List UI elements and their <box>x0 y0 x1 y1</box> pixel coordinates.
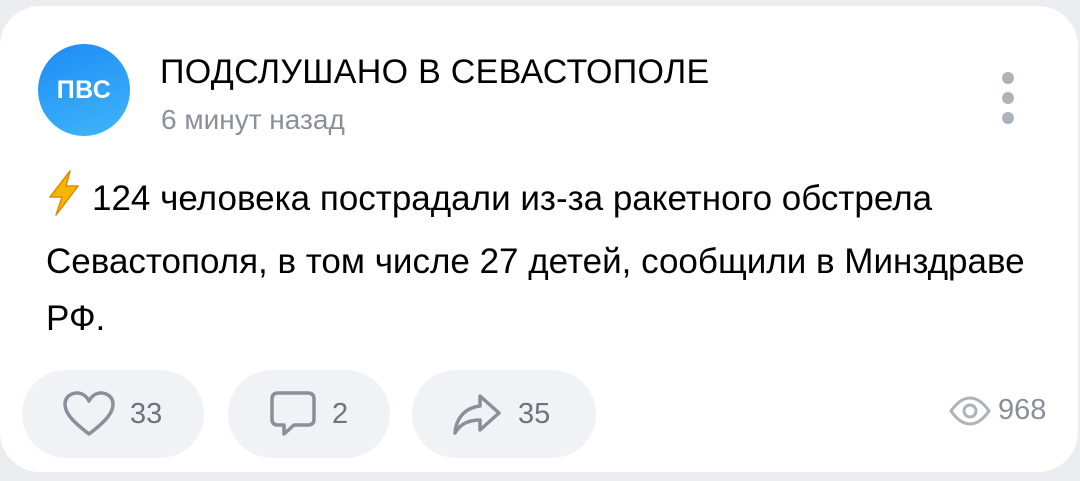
post-time[interactable]: 6 минут назад <box>161 104 345 136</box>
comment-icon <box>270 391 316 436</box>
share-icon <box>453 394 501 435</box>
like-button[interactable]: 33 <box>22 370 204 458</box>
like-count: 33 <box>130 397 163 430</box>
comment-count: 2 <box>332 397 349 430</box>
post-text: 124 человека пострадали из-за ракетного … <box>46 179 1025 338</box>
post-card: ПВС ПОДСЛУШАНО В СЕВАСТОПОЛЕ 6 минут наз… <box>0 6 1078 472</box>
view-counter: 968 <box>948 394 1046 427</box>
comment-button[interactable]: 2 <box>228 370 390 458</box>
eye-icon <box>949 395 991 426</box>
heart-icon <box>63 391 115 436</box>
post-author[interactable]: ПОДСЛУШАНО В СЕВАСТОПОЛЕ <box>160 53 709 92</box>
post-body: 124 человека пострадали из-за ракетного … <box>46 170 1036 347</box>
share-count: 35 <box>518 397 551 430</box>
more-dot-icon <box>1002 92 1014 104</box>
more-dot-icon <box>1002 112 1014 124</box>
view-count: 968 <box>998 394 1047 426</box>
more-options-button[interactable] <box>996 72 1020 124</box>
avatar-text: ПВС <box>56 75 112 104</box>
avatar[interactable]: ПВС <box>38 44 130 136</box>
lightning-bolt-icon <box>46 170 82 233</box>
more-dot-icon <box>1002 72 1014 84</box>
share-button[interactable]: 35 <box>412 370 596 458</box>
